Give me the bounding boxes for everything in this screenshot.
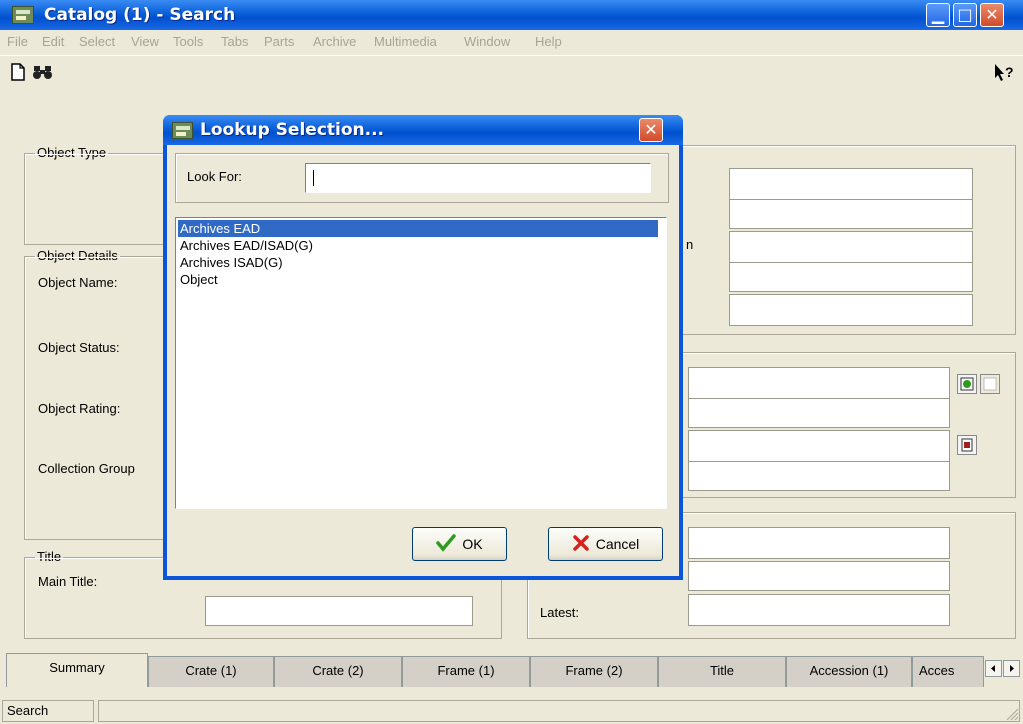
window-titlebar[interactable]: Catalog (1) - Search ▁ □ ✕ xyxy=(0,0,1023,30)
remove-record-icon[interactable] xyxy=(957,435,977,455)
checkmark-icon xyxy=(436,534,457,552)
menu-edit[interactable]: Edit xyxy=(42,34,64,49)
ok-button[interactable]: OK xyxy=(412,527,507,561)
dialog-app-icon xyxy=(172,122,193,139)
right-field-1[interactable] xyxy=(729,168,973,200)
menu-parts[interactable]: Parts xyxy=(264,34,294,49)
svg-text:?: ? xyxy=(1005,64,1014,80)
selection-listbox[interactable]: Archives EAD Archives EAD/ISAD(G) Archiv… xyxy=(175,217,667,509)
object-details-group: Object Details xyxy=(24,248,164,540)
maximize-button[interactable]: □ xyxy=(953,3,977,27)
partial-label: n xyxy=(686,237,694,252)
close-icon: ✕ xyxy=(985,5,999,24)
right-field-9[interactable] xyxy=(688,461,950,491)
menu-window[interactable]: Window xyxy=(464,34,510,49)
tab-title[interactable]: Title xyxy=(658,656,786,687)
right-field-8[interactable] xyxy=(688,430,950,462)
menu-tabs[interactable]: Tabs xyxy=(221,34,248,49)
list-item-object[interactable]: Object xyxy=(178,271,658,288)
status-panel xyxy=(98,700,1020,722)
look-for-input[interactable] xyxy=(305,163,651,193)
new-document-icon[interactable] xyxy=(10,63,26,81)
right-field-2[interactable] xyxy=(729,199,973,229)
right-field-5[interactable] xyxy=(729,294,973,326)
object-details-legend: Object Details xyxy=(35,248,120,263)
main-title-input[interactable] xyxy=(205,596,473,626)
status-text: Search xyxy=(2,700,94,722)
dialog-body: Look For: Archives EAD Archives EAD/ISAD… xyxy=(167,145,679,576)
list-item-archives-ead[interactable]: Archives EAD xyxy=(178,220,658,237)
list-item-archives-isad[interactable]: Archives ISAD(G) xyxy=(178,254,658,271)
menu-view[interactable]: View xyxy=(131,34,159,49)
tab-strip: Summary Crate (1) Crate (2) Frame (1) Fr… xyxy=(0,653,1023,688)
cancel-button[interactable]: Cancel xyxy=(548,527,663,561)
right-field-4[interactable] xyxy=(729,262,973,292)
tab-accession-2[interactable]: Acces xyxy=(912,656,984,687)
tab-crate-2[interactable]: Crate (2) xyxy=(274,656,402,687)
dialog-title: Lookup Selection... xyxy=(200,120,385,140)
tab-scroll-left[interactable] xyxy=(985,660,1002,677)
tab-scroll-right[interactable] xyxy=(1003,660,1020,677)
right-field-6[interactable] xyxy=(688,367,950,399)
window-title: Catalog (1) - Search xyxy=(44,5,236,25)
object-type-group: Object Type xyxy=(24,145,164,245)
object-status-label: Object Status: xyxy=(38,340,120,355)
cancel-x-icon xyxy=(572,535,589,551)
menu-archive[interactable]: Archive xyxy=(313,34,356,49)
ok-label: OK xyxy=(462,536,483,552)
right-field-11[interactable] xyxy=(688,561,950,591)
dialog-titlebar[interactable]: Lookup Selection... ✕ xyxy=(163,115,683,145)
text-caret xyxy=(313,170,314,186)
menu-bar: File Edit Select View Tools Tabs Parts A… xyxy=(0,30,1023,55)
title-legend: Title xyxy=(35,549,64,564)
arrow-right-icon xyxy=(1010,665,1014,672)
menu-multimedia[interactable]: Multimedia xyxy=(374,34,437,49)
collection-group-label: Collection Group xyxy=(38,461,135,476)
tab-frame-1[interactable]: Frame (1) xyxy=(402,656,530,687)
resize-grip-icon[interactable] xyxy=(1005,707,1019,721)
arrow-left-icon xyxy=(991,665,995,672)
tab-accession-1[interactable]: Accession (1) xyxy=(786,656,912,687)
context-help-icon[interactable]: ? xyxy=(993,62,1017,82)
menu-select[interactable]: Select xyxy=(79,34,115,49)
list-item-archives-ead-isad[interactable]: Archives EAD/ISAD(G) xyxy=(178,237,658,254)
object-rating-label: Object Rating: xyxy=(38,401,121,416)
add-record-icon[interactable] xyxy=(957,374,977,394)
tab-crate-1[interactable]: Crate (1) xyxy=(148,656,274,687)
look-for-label: Look For: xyxy=(187,169,242,184)
close-button[interactable]: ✕ xyxy=(980,3,1004,27)
menu-help[interactable]: Help xyxy=(535,34,562,49)
object-name-label: Object Name: xyxy=(38,275,118,290)
right-field-10[interactable] xyxy=(688,527,950,559)
right-field-7[interactable] xyxy=(688,398,950,428)
object-type-legend: Object Type xyxy=(35,145,109,160)
lookup-dialog: Lookup Selection... ✕ Look For: Archives… xyxy=(163,115,683,580)
edit-record-icon[interactable] xyxy=(980,374,1000,394)
right-field-3[interactable] xyxy=(729,231,973,263)
tab-frame-2[interactable]: Frame (2) xyxy=(530,656,658,687)
menu-file[interactable]: File xyxy=(7,34,28,49)
menu-tools[interactable]: Tools xyxy=(173,34,203,49)
app-icon xyxy=(12,6,34,24)
dialog-close-icon: ✕ xyxy=(644,120,658,139)
maximize-icon: □ xyxy=(957,5,973,24)
tab-summary[interactable]: Summary xyxy=(6,653,148,687)
latest-label: Latest: xyxy=(540,605,580,620)
status-bar: Search xyxy=(0,697,1023,724)
latest-input[interactable] xyxy=(688,594,950,626)
binoculars-icon[interactable] xyxy=(32,64,54,80)
minimize-icon: ▁ xyxy=(931,5,945,24)
toolbar: ? xyxy=(0,55,1023,88)
cancel-label: Cancel xyxy=(595,536,640,552)
dialog-close-button[interactable]: ✕ xyxy=(639,118,663,142)
main-title-label: Main Title: xyxy=(38,574,98,589)
minimize-button[interactable]: ▁ xyxy=(926,3,950,27)
